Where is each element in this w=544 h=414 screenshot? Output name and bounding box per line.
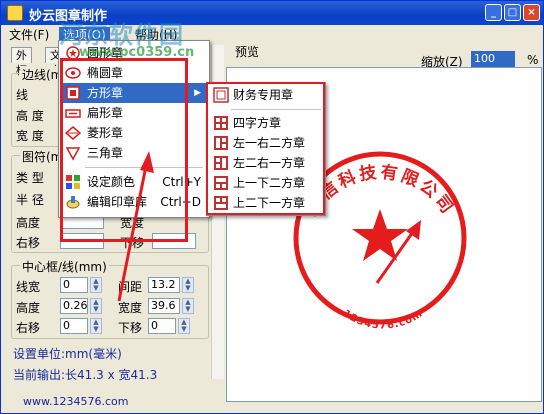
zoom-select[interactable]: 100 — [471, 51, 515, 67]
minimize-button[interactable]: _ — [485, 4, 502, 21]
footer-url-link[interactable]: www.1234576.com — [23, 395, 128, 408]
center-width-field[interactable]: 39.6 — [148, 298, 180, 314]
spacing-label: 间距 — [118, 280, 143, 294]
center-height-label: 高度 — [16, 301, 41, 315]
pattern-height-label: 高度 — [16, 216, 41, 230]
center-width-stepper[interactable]: ▲ ▼ — [182, 298, 194, 314]
spacing-field[interactable]: 13.2 — [148, 277, 180, 293]
menu-file[interactable]: 文件(F) — [5, 27, 53, 43]
app-window: 妙云图章制作 _ □ × 文件(F) 选项(O) 帮助(H) 外框 文字 边线(… — [0, 0, 544, 414]
center-down-stepper[interactable]: ▲ ▼ — [178, 318, 190, 334]
border-line-label: 线 — [16, 88, 29, 102]
center-height-field[interactable]: 0.26 — [60, 298, 88, 314]
center-right-stepper[interactable]: ▲ ▼ — [90, 318, 102, 334]
center-right-label: 右移 — [16, 321, 41, 335]
zoom-unit: % — [527, 53, 539, 67]
submenu-arrow-icon: ▶ — [194, 88, 201, 98]
pattern-right-label: 右移 — [16, 236, 41, 250]
center-height-stepper[interactable]: ▲ ▼ — [90, 298, 102, 314]
pattern-radius-label: 半 径 — [16, 193, 44, 207]
spacing-stepper[interactable]: ▲ ▼ — [182, 277, 194, 293]
watermark-url: www.pc0359.cn — [79, 45, 195, 60]
tab-frame[interactable]: 外框 — [11, 47, 32, 77]
output-status: 当前输出:长41.3 x 宽41.3 — [13, 368, 158, 382]
line-width-stepper[interactable]: ▲ ▼ — [90, 277, 102, 293]
line-width-field[interactable]: 0 — [60, 277, 88, 293]
border-height-label: 高 度 — [16, 109, 44, 123]
center-down-field[interactable]: 0 — [148, 318, 176, 334]
unit-status: 设置单位:mm(毫米) — [13, 347, 122, 361]
line-width-label: 线宽 — [16, 280, 41, 294]
seal-star-icon — [352, 209, 408, 261]
preview-title: 预览 — [235, 45, 260, 59]
app-icon — [7, 5, 23, 21]
annotation-box-menu — [60, 58, 188, 242]
pattern-type-label: 类 型 — [16, 171, 44, 185]
maximize-button[interactable]: □ — [504, 4, 521, 21]
annotation-box-submenu — [206, 82, 325, 215]
close-button[interactable]: × — [523, 4, 540, 21]
border-width-label: 宽 度 — [16, 129, 44, 143]
center-frame-group: 中心框/线(mm) 线宽 0 ▲ ▼ 间距 13.2 ▲ ▼ 高度 0.26 ▲ ▼ … — [11, 258, 209, 339]
center-width-label: 宽度 — [118, 301, 143, 315]
center-down-label: 下移 — [118, 321, 143, 335]
center-group-title: 中心框/线(mm) — [20, 258, 109, 275]
center-right-field[interactable]: 0 — [60, 318, 88, 334]
